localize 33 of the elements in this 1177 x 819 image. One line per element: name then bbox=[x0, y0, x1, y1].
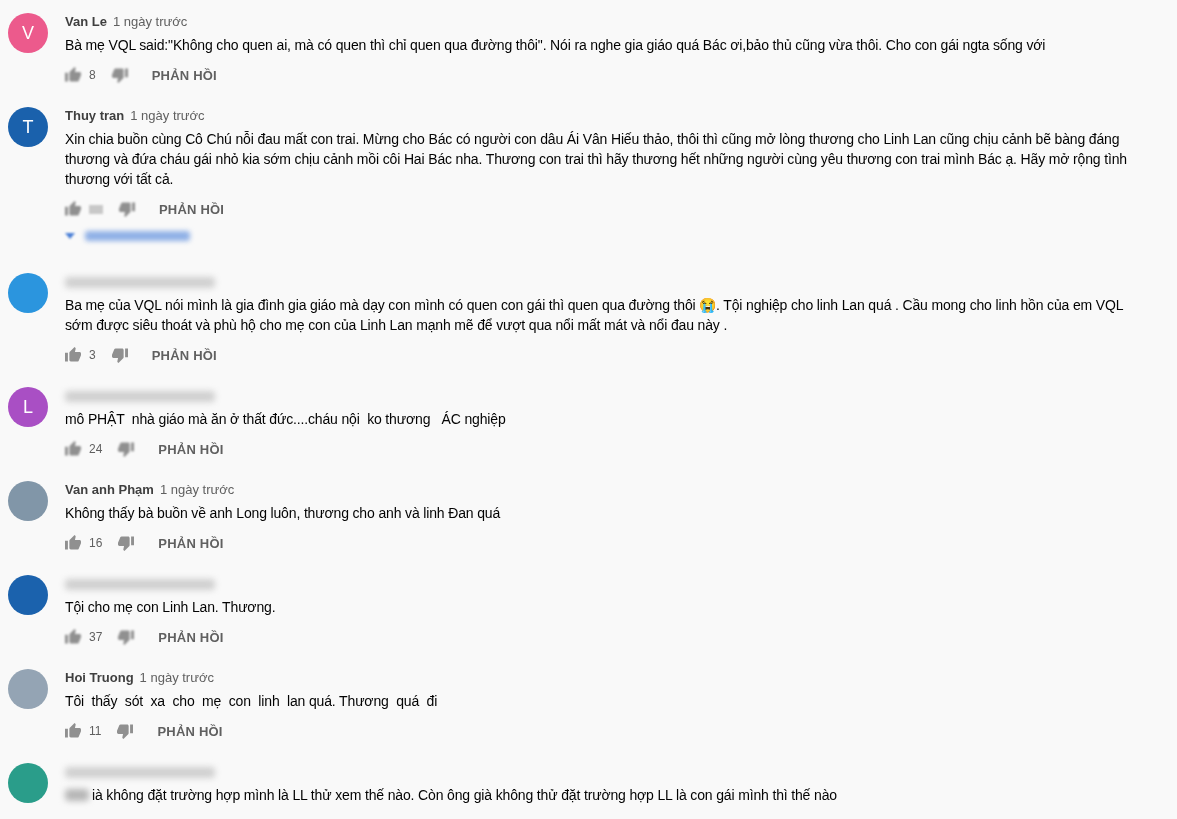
reply-button[interactable]: PHẢN HỒI bbox=[150, 529, 232, 557]
comment-time[interactable]: 1 ngày trước bbox=[112, 13, 188, 31]
comment-text: ià không đặt trường hợp mình là LL thử xem thế nào. Còn ông già không thử đặt trường hợp LL là con gái mình thì thế nào bbox=[92, 786, 837, 805]
reply-button[interactable]: PHẢN HỒI bbox=[150, 435, 232, 463]
avatar: V bbox=[8, 13, 48, 53]
reply-button[interactable]: PHẢN HỒI bbox=[149, 717, 231, 745]
like-count: 8 bbox=[89, 68, 96, 82]
caret-icon[interactable] bbox=[65, 233, 75, 239]
reply-button[interactable]: PHẢN HỒI bbox=[143, 341, 225, 369]
reply-button[interactable]: PHẢN HỒI bbox=[150, 623, 232, 651]
comment-time[interactable]: 1 ngày trước bbox=[159, 481, 235, 499]
comment-text: mô PHẬT nhà giáo mà ăn ở thất đức....cháu nội ko thương ÁC nghiệp bbox=[65, 410, 506, 429]
comment-text: Không thấy bà buồn về anh Long luôn, thương cho anh và linh Đan quá bbox=[65, 504, 501, 523]
author-name[interactable]: Hoi Truong bbox=[65, 669, 134, 687]
author-name[interactable]: Thuy tran bbox=[65, 107, 125, 125]
avatar: L bbox=[8, 387, 48, 427]
comment-text: Tôi thấy sót xa cho mẹ con linh lan quá. Thương quá đi bbox=[65, 692, 438, 711]
avatar: T bbox=[8, 107, 48, 147]
like-count: 11 bbox=[89, 724, 102, 738]
like-count: 3 bbox=[89, 348, 96, 362]
like-count: 16 bbox=[89, 536, 103, 550]
comment-time[interactable]: 1 ngày trước bbox=[139, 669, 214, 687]
comment-text: Xin chia buồn cùng Cô Chú nỗi đau mất con trai. Mừng cho Bác có người con dâu Ái Vân Hiếu thảo, thôi thì cũng mở lòng thương cho Linh Lan cũng chịu cảnh bẽ bàng đáng thương và đứa cháu gái nhỏ kia sớm chịu cảnh mồi côi Hai Bác nha. Thương con trai thì hãy thương hết những người cùng yêu thương con trai mình Bác ạ. Hãy mở rộng tình thương với tất cả. bbox=[65, 130, 1128, 189]
comment-text: Bà mẹ VQL said:"Không cho quen ai, mà có quen thì chỉ quen qua đường thôi". Nói ra nghe gia giáo quá Bác ơi,bảo thủ cũng vừa thôi. Cho con gái ngta sống với bbox=[65, 36, 1046, 55]
comment-text: Ba mẹ của VQL nói mình là gia đình gia giáo mà dạy con mình có quen con gái thì quen qua đường thôi 😭. Tội nghiệp cho linh Lan quá . Cầu mong cho linh hồn của em VQL sớm được siêu thoát và phù hộ cho mẹ con của Linh Lan mạnh mẽ để vượt qua nổi mất mát và nổi đau này . bbox=[65, 296, 1124, 335]
author-name[interactable]: Van anh Phạm bbox=[65, 481, 154, 499]
reply-button[interactable]: PHẢN HỒI bbox=[143, 61, 225, 89]
like-count: 37 bbox=[89, 630, 103, 644]
author-name[interactable]: Van Le bbox=[65, 13, 107, 31]
comment-time[interactable]: 1 ngày trước bbox=[130, 107, 205, 125]
comment-text: Tội cho mẹ con Linh Lan. Thương. bbox=[65, 598, 276, 617]
reply-button[interactable]: PHẢN HỒI bbox=[151, 195, 233, 223]
like-count: 24 bbox=[89, 442, 103, 456]
